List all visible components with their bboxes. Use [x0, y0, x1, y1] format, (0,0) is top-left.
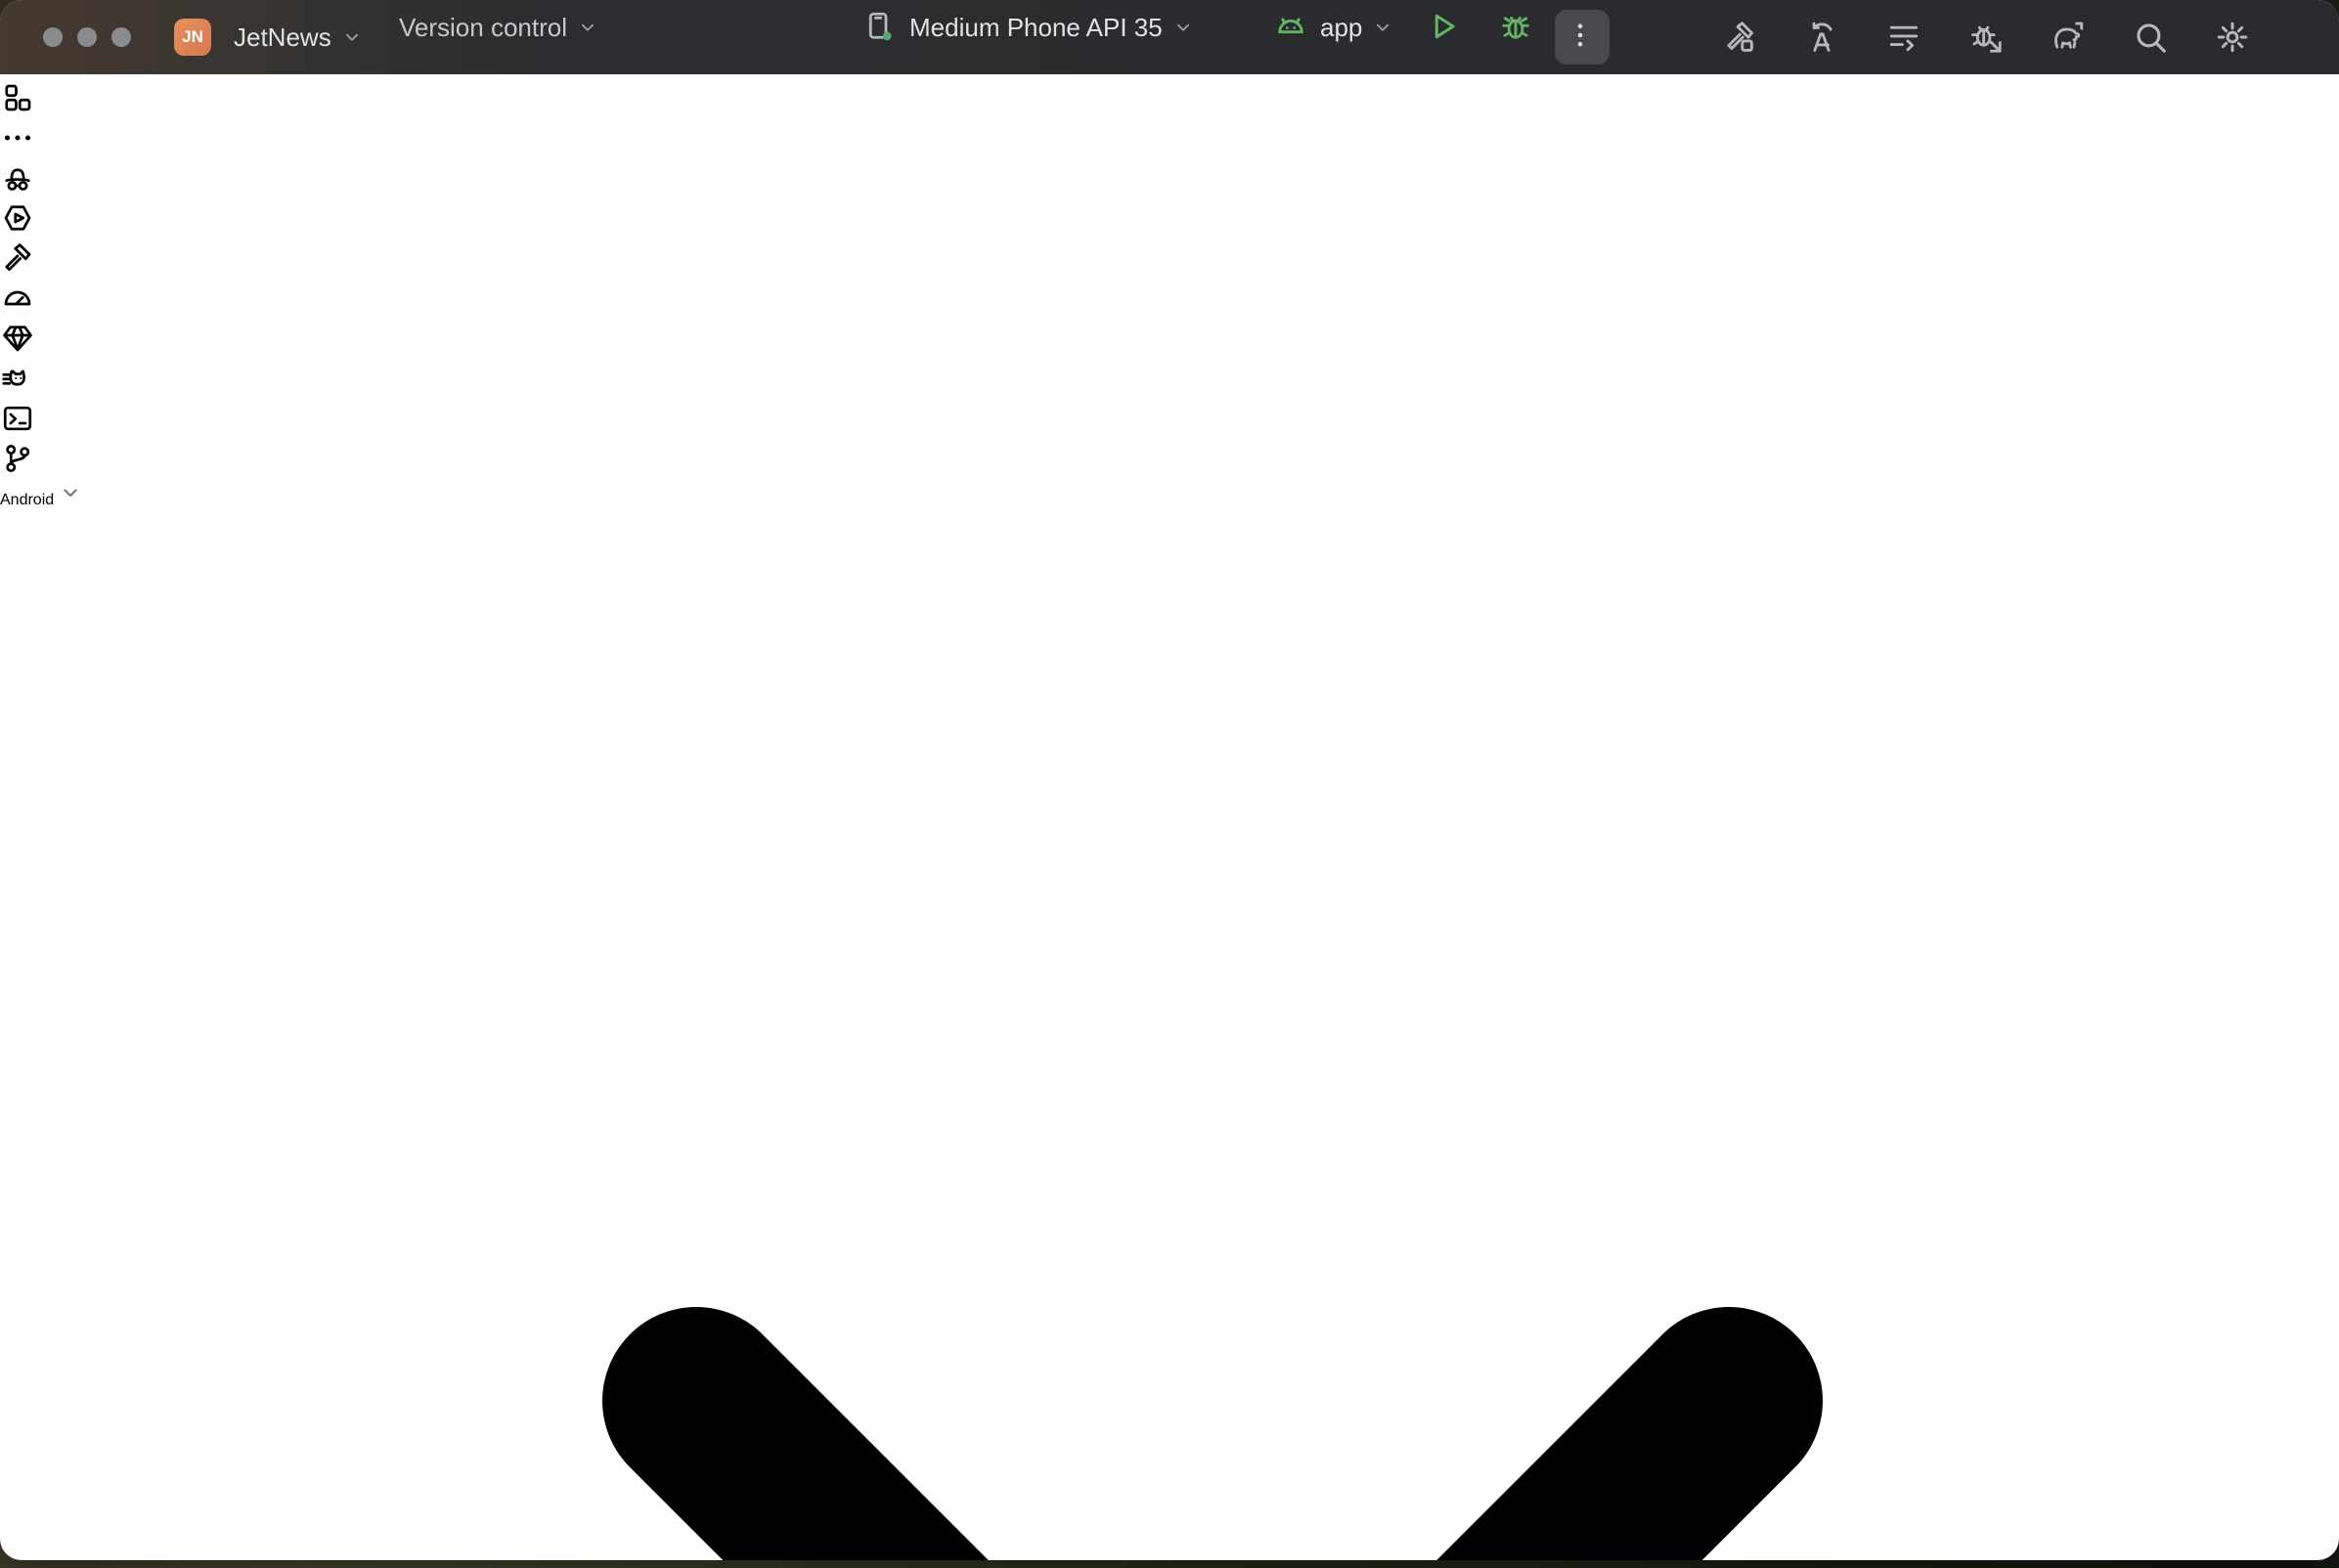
- ide-window: JN JetNews Version control Medium Phone …: [0, 0, 2339, 1560]
- version-control-menu[interactable]: Version control: [389, 0, 608, 55]
- chevron-down-icon: [1172, 17, 1194, 38]
- profiler-gauge-icon: [0, 281, 35, 316]
- logcat-cat-icon: [0, 361, 35, 396]
- profiler-lines-icon: [1885, 19, 1922, 56]
- project-view-selector[interactable]: Android: [0, 481, 2339, 509]
- attach-debugger-button[interactable]: [1967, 19, 2005, 56]
- device-selector[interactable]: Medium Phone API 35: [853, 0, 1204, 55]
- title-bar: JN JetNews Version control Medium Phone …: [0, 0, 2339, 74]
- more-run-options-button[interactable]: [1555, 10, 1610, 65]
- chevron-down-icon: [59, 481, 82, 504]
- tree-item-app[interactable]: app: [0, 509, 2339, 1560]
- play-icon: [1426, 9, 1463, 46]
- gradle-sync-icon: [2050, 19, 2087, 56]
- chevron-down-icon: [1372, 17, 1393, 38]
- refactor-a-icon: [1803, 19, 1840, 56]
- close-window-button[interactable]: [43, 27, 63, 47]
- version-control-branch-button[interactable]: [0, 441, 2339, 481]
- project-view-label: Android: [0, 492, 54, 508]
- search-button[interactable]: [2132, 19, 2169, 56]
- app-quality-insights-button[interactable]: [0, 160, 2339, 200]
- terminal-button[interactable]: [0, 401, 2339, 441]
- chevron-down-icon: [341, 26, 363, 48]
- bug-icon: [1498, 9, 1533, 44]
- play-console-icon: [0, 200, 35, 236]
- version-control-branch-icon: [0, 441, 35, 476]
- more-options-button[interactable]: [0, 120, 2339, 160]
- android-head-icon: [1273, 9, 1308, 44]
- settings-gear-button[interactable]: [2214, 19, 2251, 56]
- app-inspection-diamond-button[interactable]: [0, 321, 2339, 361]
- build-hammer-tool-icon: [0, 240, 35, 276]
- gradle-sync-button[interactable]: [2050, 19, 2087, 56]
- kebab-menu-icon: [1564, 19, 1597, 52]
- device-name: Medium Phone API 35: [909, 13, 1163, 43]
- build-hammer-icon: [1721, 19, 1758, 56]
- run-configuration-name: app: [1320, 13, 1362, 43]
- build-hammer-tool-button[interactable]: [0, 240, 2339, 281]
- build-hammer-button[interactable]: [1721, 19, 1758, 56]
- attach-debugger-icon: [1967, 19, 2005, 56]
- play-console-button[interactable]: [0, 200, 2339, 240]
- debug-button[interactable]: [1488, 0, 1545, 55]
- run-configuration-selector[interactable]: app: [1263, 0, 1403, 55]
- project-menu[interactable]: JetNews: [224, 10, 373, 65]
- bug-icon: [1498, 9, 1535, 46]
- zoom-window-button[interactable]: [111, 27, 131, 47]
- device-phone-icon: [862, 9, 900, 46]
- app-inspection-diamond-icon: [0, 321, 35, 356]
- version-control-label: Version control: [399, 13, 567, 43]
- run-button[interactable]: [1416, 0, 1473, 55]
- search-icon: [2132, 19, 2169, 56]
- kebab-menu-icon: [1564, 19, 1601, 56]
- play-icon: [1426, 9, 1461, 44]
- project-name: JetNews: [234, 22, 331, 53]
- build-variants-icon: [0, 80, 35, 115]
- build-variants-button[interactable]: [0, 80, 2339, 120]
- window-controls: [43, 27, 131, 47]
- profiler-lines-button[interactable]: [1885, 19, 1922, 56]
- app-quality-insights-icon: [0, 160, 35, 196]
- project-panel: Android appmanifestskotlin+javacom.examp…: [0, 481, 2339, 1560]
- terminal-icon: [0, 401, 35, 436]
- android-head-icon: [1273, 9, 1310, 46]
- more-options-icon: [0, 120, 35, 155]
- logcat-cat-button[interactable]: [0, 361, 2339, 401]
- minimize-window-button[interactable]: [77, 27, 97, 47]
- refactor-a-button[interactable]: [1803, 19, 1840, 56]
- chevron-down-icon: [577, 17, 598, 38]
- device-phone-icon: [862, 9, 898, 44]
- project-logo: JN: [174, 19, 211, 56]
- settings-gear-icon: [2214, 19, 2251, 56]
- profiler-gauge-button[interactable]: [0, 281, 2339, 321]
